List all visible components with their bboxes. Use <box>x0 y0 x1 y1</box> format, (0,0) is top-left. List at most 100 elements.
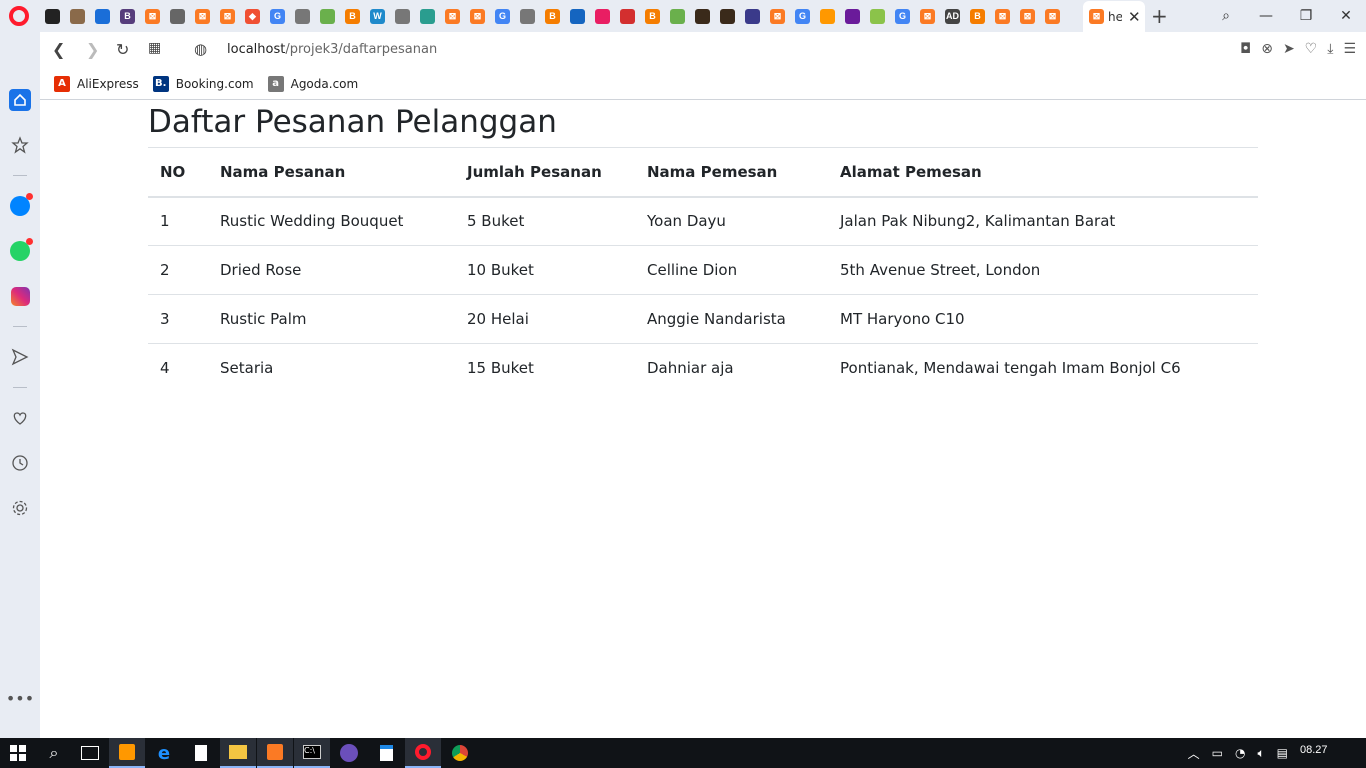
browser-tab[interactable]: ◆ <box>240 4 265 28</box>
browser-tab[interactable]: ⊠ <box>915 4 940 28</box>
browser-tab[interactable]: B <box>115 4 140 28</box>
opera-logo-icon[interactable] <box>9 6 29 26</box>
star-icon[interactable] <box>9 134 31 156</box>
browser-tab[interactable] <box>565 4 590 28</box>
edge-icon[interactable]: e <box>146 738 182 768</box>
browser-tab[interactable]: B <box>965 4 990 28</box>
browser-tab[interactable]: ⊠ <box>190 4 215 28</box>
seal-icon <box>870 8 885 24</box>
browser-tab[interactable] <box>415 4 440 28</box>
instagram-icon[interactable] <box>9 285 31 307</box>
search-icon[interactable]: ⌕ <box>36 738 72 768</box>
table-cell: Celline Dion <box>635 245 828 295</box>
browser-tab[interactable] <box>590 4 615 28</box>
browser-tab[interactable]: ⊠ <box>1040 4 1065 28</box>
browser-tab[interactable]: G <box>790 4 815 28</box>
settings-icon[interactable] <box>9 497 31 519</box>
browser-tab[interactable]: ⊠ <box>990 4 1015 28</box>
heart-icon[interactable]: ♡ <box>1305 41 1318 57</box>
task-view-icon[interactable] <box>72 738 108 768</box>
browser-tab[interactable]: AD <box>940 4 965 28</box>
browser-tab[interactable] <box>865 4 890 28</box>
reload-button[interactable]: ↻ <box>116 40 129 59</box>
browser-tab[interactable]: W <box>365 4 390 28</box>
opera-icon[interactable] <box>405 738 441 768</box>
browser-tab[interactable] <box>40 4 65 28</box>
back-button[interactable]: ❮ <box>52 40 65 59</box>
close-tab-icon[interactable]: ✕ <box>1128 8 1141 26</box>
menu-icon[interactable]: ☰ <box>1343 41 1356 57</box>
browser-tab[interactable] <box>690 4 715 28</box>
git-bash-icon[interactable] <box>331 738 367 768</box>
browser-tab[interactable]: G <box>490 4 515 28</box>
wifi-icon[interactable]: ◔ <box>1235 746 1245 760</box>
browser-tab[interactable] <box>740 4 765 28</box>
camera-icon[interactable]: ◘ <box>1240 41 1251 57</box>
chevron-up-icon[interactable]: ︿ <box>1188 745 1200 762</box>
table-cell: 3 <box>148 294 208 344</box>
chrome-icon[interactable] <box>442 738 478 768</box>
browser-tab[interactable] <box>715 4 740 28</box>
table-cell: 5th Avenue Street, London <box>828 245 1258 295</box>
search-tabs-icon[interactable]: ⌕ <box>1206 8 1246 24</box>
browser-tab[interactable] <box>315 4 340 28</box>
browser-tab[interactable]: ⊠ <box>1015 4 1040 28</box>
browser-tab[interactable]: ⊠ <box>215 4 240 28</box>
browser-tab[interactable]: ⊠ <box>765 4 790 28</box>
browser-tab[interactable] <box>840 4 865 28</box>
minimize-button[interactable]: — <box>1246 8 1286 24</box>
browser-tab[interactable]: ⊠ <box>140 4 165 28</box>
sublime-text-icon[interactable] <box>109 738 145 768</box>
browser-tab[interactable] <box>65 4 90 28</box>
browser-tab[interactable] <box>390 4 415 28</box>
browser-tab[interactable] <box>515 4 540 28</box>
forward-button[interactable]: ❯ <box>86 40 99 59</box>
messenger-icon[interactable] <box>9 193 33 217</box>
document-icon[interactable] <box>368 738 404 768</box>
browser-tab[interactable] <box>290 4 315 28</box>
cmd-icon[interactable]: C:\ <box>294 738 330 768</box>
whatsapp-icon[interactable] <box>9 238 33 262</box>
browser-tab[interactable] <box>615 4 640 28</box>
battery-icon[interactable]: ▭ <box>1212 746 1223 760</box>
speed-dial-icon[interactable]: ▦ <box>148 40 161 56</box>
new-tab-button[interactable]: + <box>1151 4 1168 28</box>
block-icon[interactable]: ⊗ <box>1261 41 1273 57</box>
more-icon[interactable]: ••• <box>6 687 34 709</box>
browser-tab[interactable]: G <box>265 4 290 28</box>
browser-tab[interactable] <box>665 4 690 28</box>
browser-tab[interactable]: ⊠ <box>465 4 490 28</box>
browser-tab[interactable]: G <box>890 4 915 28</box>
send-icon[interactable]: ➤ <box>1283 41 1295 57</box>
url-field[interactable]: localhost/projek3/daftarpesanan <box>227 42 437 57</box>
send-icon[interactable] <box>9 346 31 368</box>
volume-icon[interactable]: 🔈︎ <box>1257 746 1264 761</box>
browser-tab[interactable] <box>815 4 840 28</box>
close-window-button[interactable]: ✕ <box>1326 8 1366 24</box>
browser-tab[interactable] <box>165 4 190 28</box>
windows-start-icon[interactable] <box>0 738 36 768</box>
bookmark-item[interactable]: A AliExpress <box>54 75 139 92</box>
bookmark-item[interactable]: B. Booking.com <box>152 75 254 92</box>
browser-tab[interactable]: B <box>540 4 565 28</box>
xampp-icon[interactable] <box>257 738 293 768</box>
download-icon[interactable]: ⤓ <box>1327 41 1333 57</box>
bookmark-item[interactable]: a Agoda.com <box>267 75 358 92</box>
address-bar: ❮ ❯ ↻ ▦ ◍ localhost/projek3/daftarpesana… <box>40 32 1366 68</box>
heart-icon[interactable] <box>9 407 31 429</box>
file-explorer-icon[interactable] <box>220 738 256 768</box>
browser-tab[interactable]: B <box>640 4 665 28</box>
notification-icon[interactable]: ▤ <box>1277 746 1288 760</box>
restore-button[interactable]: ❐ <box>1286 8 1326 24</box>
record-icon <box>620 8 635 24</box>
active-tab[interactable]: ⊠ he ✕ <box>1083 1 1145 32</box>
taskbar-clock[interactable]: 08.27 <box>1300 744 1328 756</box>
history-icon[interactable] <box>9 452 31 474</box>
tab-strip: B ⊠ ⊠ ⊠ ◆ G B W ⊠ ⊠ G B B ⊠ G G ⊠ AD B ⊠ ⊠ ⊠ <box>40 4 1065 28</box>
notepad-icon[interactable] <box>183 738 219 768</box>
browser-tab[interactable] <box>90 4 115 28</box>
home-icon[interactable] <box>9 89 31 111</box>
column-header: Nama Pesanan <box>208 147 455 198</box>
browser-tab[interactable]: B <box>340 4 365 28</box>
browser-tab[interactable]: ⊠ <box>440 4 465 28</box>
